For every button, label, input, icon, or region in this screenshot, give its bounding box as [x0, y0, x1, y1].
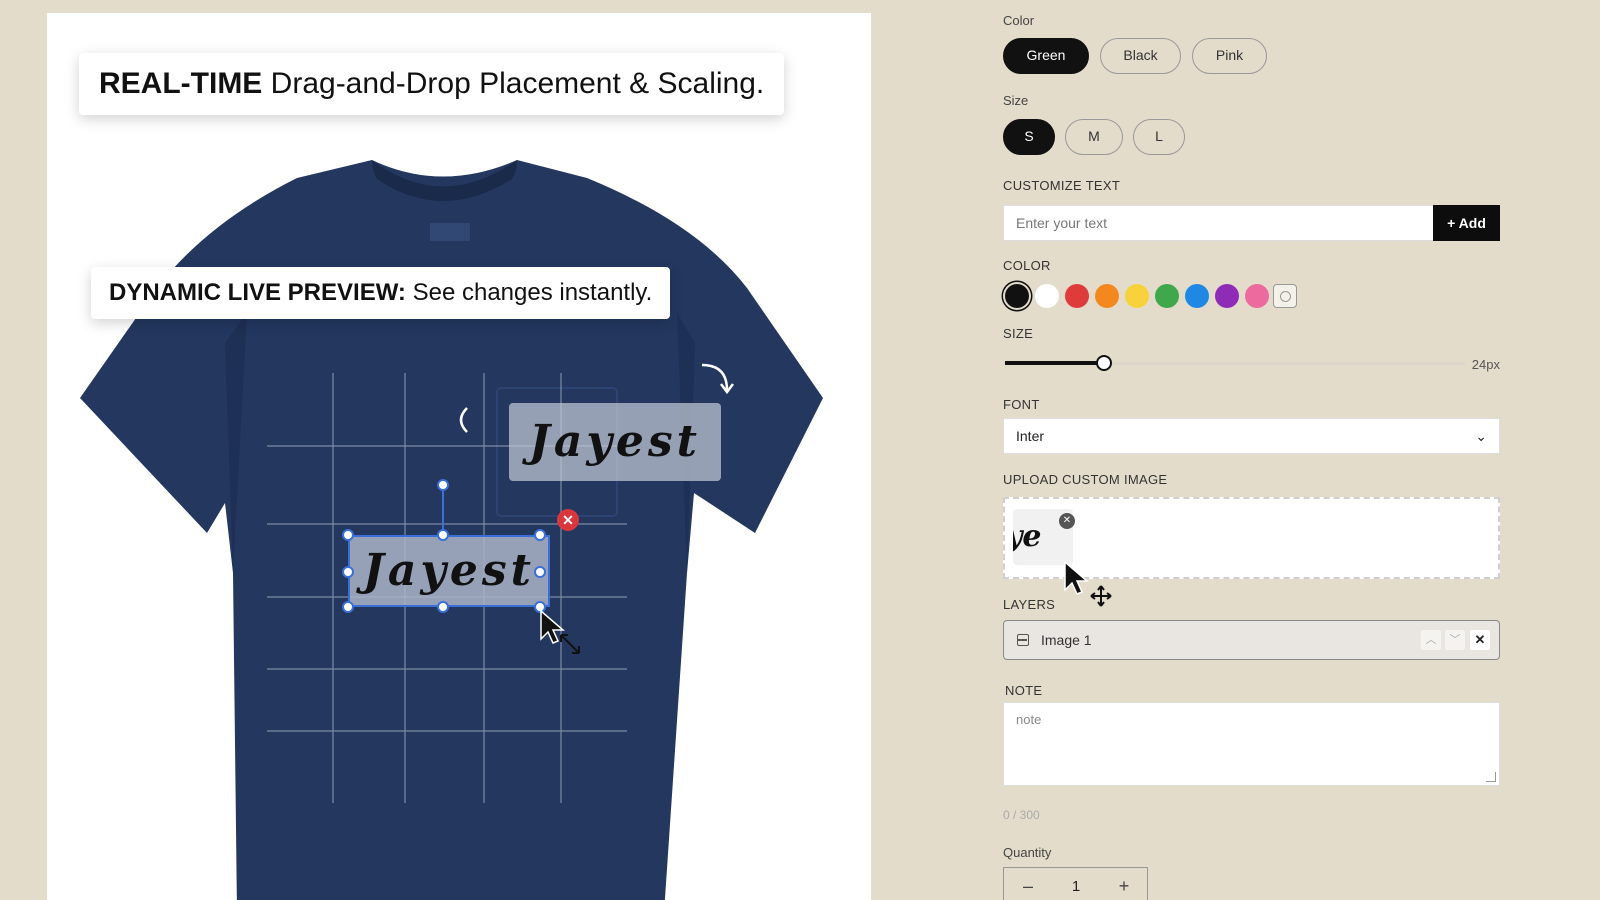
- color-picker-icon[interactable]: [1273, 284, 1297, 308]
- rotate-handle[interactable]: [437, 479, 449, 491]
- resize-handle-bm[interactable]: [437, 601, 449, 613]
- quantity-decrement-button[interactable]: –: [1018, 876, 1038, 897]
- move-layer-down-icon[interactable]: ﹀: [1445, 630, 1465, 650]
- resize-handle-tr[interactable]: [534, 529, 546, 541]
- resize-handle-tl[interactable]: [342, 529, 354, 541]
- swatch-white[interactable]: [1035, 284, 1059, 308]
- product-preview: REAL-TIME Drag-and-Drop Placement & Scal…: [47, 13, 871, 900]
- move-cursor-icon: [1064, 560, 1112, 607]
- feature-banner-live-preview: DYNAMIC LIVE PREVIEW: See changes instan…: [91, 267, 671, 319]
- delete-layer-icon[interactable]: ✕: [1470, 630, 1490, 650]
- swatch-pink[interactable]: [1245, 284, 1269, 308]
- size-slider-fill: [1005, 361, 1103, 365]
- swatch-black[interactable]: [1005, 284, 1029, 308]
- banner-bold-text: DYNAMIC LIVE PREVIEW:: [109, 279, 406, 306]
- color-option-green[interactable]: Green: [1003, 38, 1089, 74]
- note-textarea[interactable]: note: [1003, 702, 1500, 786]
- size-slider-value: 24px: [1471, 357, 1500, 372]
- swatch-yellow[interactable]: [1125, 284, 1149, 308]
- resize-handle-ml[interactable]: [342, 566, 354, 578]
- font-select[interactable]: Inter ⌄: [1003, 418, 1500, 454]
- resize-handle-tm[interactable]: [437, 529, 449, 541]
- text-size-label: SIZE: [1003, 326, 1034, 341]
- banner-bold-text: REAL-TIME: [99, 67, 263, 100]
- selected-text-layer[interactable]: Jayest: [348, 535, 550, 607]
- swatch-purple[interactable]: [1215, 284, 1239, 308]
- delete-layer-icon[interactable]: ✕: [557, 509, 579, 531]
- note-placeholder: note: [1016, 712, 1042, 727]
- layers-label: LAYERS: [1003, 597, 1056, 612]
- banner-text: See changes instantly.: [412, 279, 653, 306]
- font-select-value: Inter: [1016, 428, 1045, 444]
- size-option-l[interactable]: L: [1133, 119, 1185, 155]
- note-char-count: 0 / 300: [1003, 808, 1040, 822]
- quantity-value[interactable]: 1: [1066, 878, 1086, 895]
- swatch-red[interactable]: [1065, 284, 1089, 308]
- remove-image-icon[interactable]: ✕: [1059, 513, 1075, 529]
- banner-text: Drag-and-Drop Placement & Scaling.: [270, 67, 765, 100]
- color-option-black[interactable]: Black: [1100, 38, 1181, 74]
- color-option-pink[interactable]: Pink: [1192, 38, 1267, 74]
- size-slider-thumb[interactable]: [1096, 355, 1112, 371]
- quantity-label: Quantity: [1003, 845, 1052, 860]
- quantity-stepper: – 1 +: [1003, 867, 1148, 900]
- size-option-m[interactable]: M: [1065, 119, 1123, 155]
- upload-image-label: UPLOAD CUSTOM IMAGE: [1003, 472, 1168, 487]
- resize-grip-icon[interactable]: [1486, 772, 1496, 782]
- ghost-text-layer[interactable]: Jayest: [509, 403, 721, 481]
- quantity-increment-button[interactable]: +: [1114, 876, 1134, 897]
- color-option-label: Color: [1003, 13, 1035, 28]
- size-option-label: Size: [1003, 93, 1029, 108]
- swatch-orange[interactable]: [1095, 284, 1119, 308]
- resize-handle-mr[interactable]: [534, 566, 546, 578]
- image-layer-icon: [1017, 634, 1029, 646]
- chevron-down-icon: ⌄: [1475, 428, 1487, 444]
- text-color-label: COLOR: [1003, 258, 1051, 273]
- resize-handle-bl[interactable]: [342, 601, 354, 613]
- size-option-s[interactable]: S: [1003, 119, 1055, 155]
- add-text-button[interactable]: + Add: [1433, 205, 1500, 241]
- font-label: FONT: [1003, 397, 1040, 412]
- custom-text-input[interactable]: Enter your text: [1003, 205, 1433, 241]
- feature-banner-realtime: REAL-TIME Drag-and-Drop Placement & Scal…: [79, 53, 785, 115]
- customize-text-label: CUSTOMIZE TEXT: [1003, 178, 1121, 193]
- customization-panel: Color Green Black Pink Size S M L CUSTOM…: [1003, 0, 1503, 900]
- tshirt-image: [80, 160, 823, 900]
- resize-cursor-icon: [540, 609, 580, 654]
- swatch-blue[interactable]: [1185, 284, 1209, 308]
- layer-item[interactable]: Image 1 ︿ ﹀ ✕: [1003, 620, 1500, 660]
- note-label: NOTE: [1005, 683, 1043, 698]
- layer-name: Image 1: [1041, 632, 1092, 648]
- swatch-green[interactable]: [1155, 284, 1179, 308]
- move-layer-up-icon[interactable]: ︿: [1421, 630, 1441, 650]
